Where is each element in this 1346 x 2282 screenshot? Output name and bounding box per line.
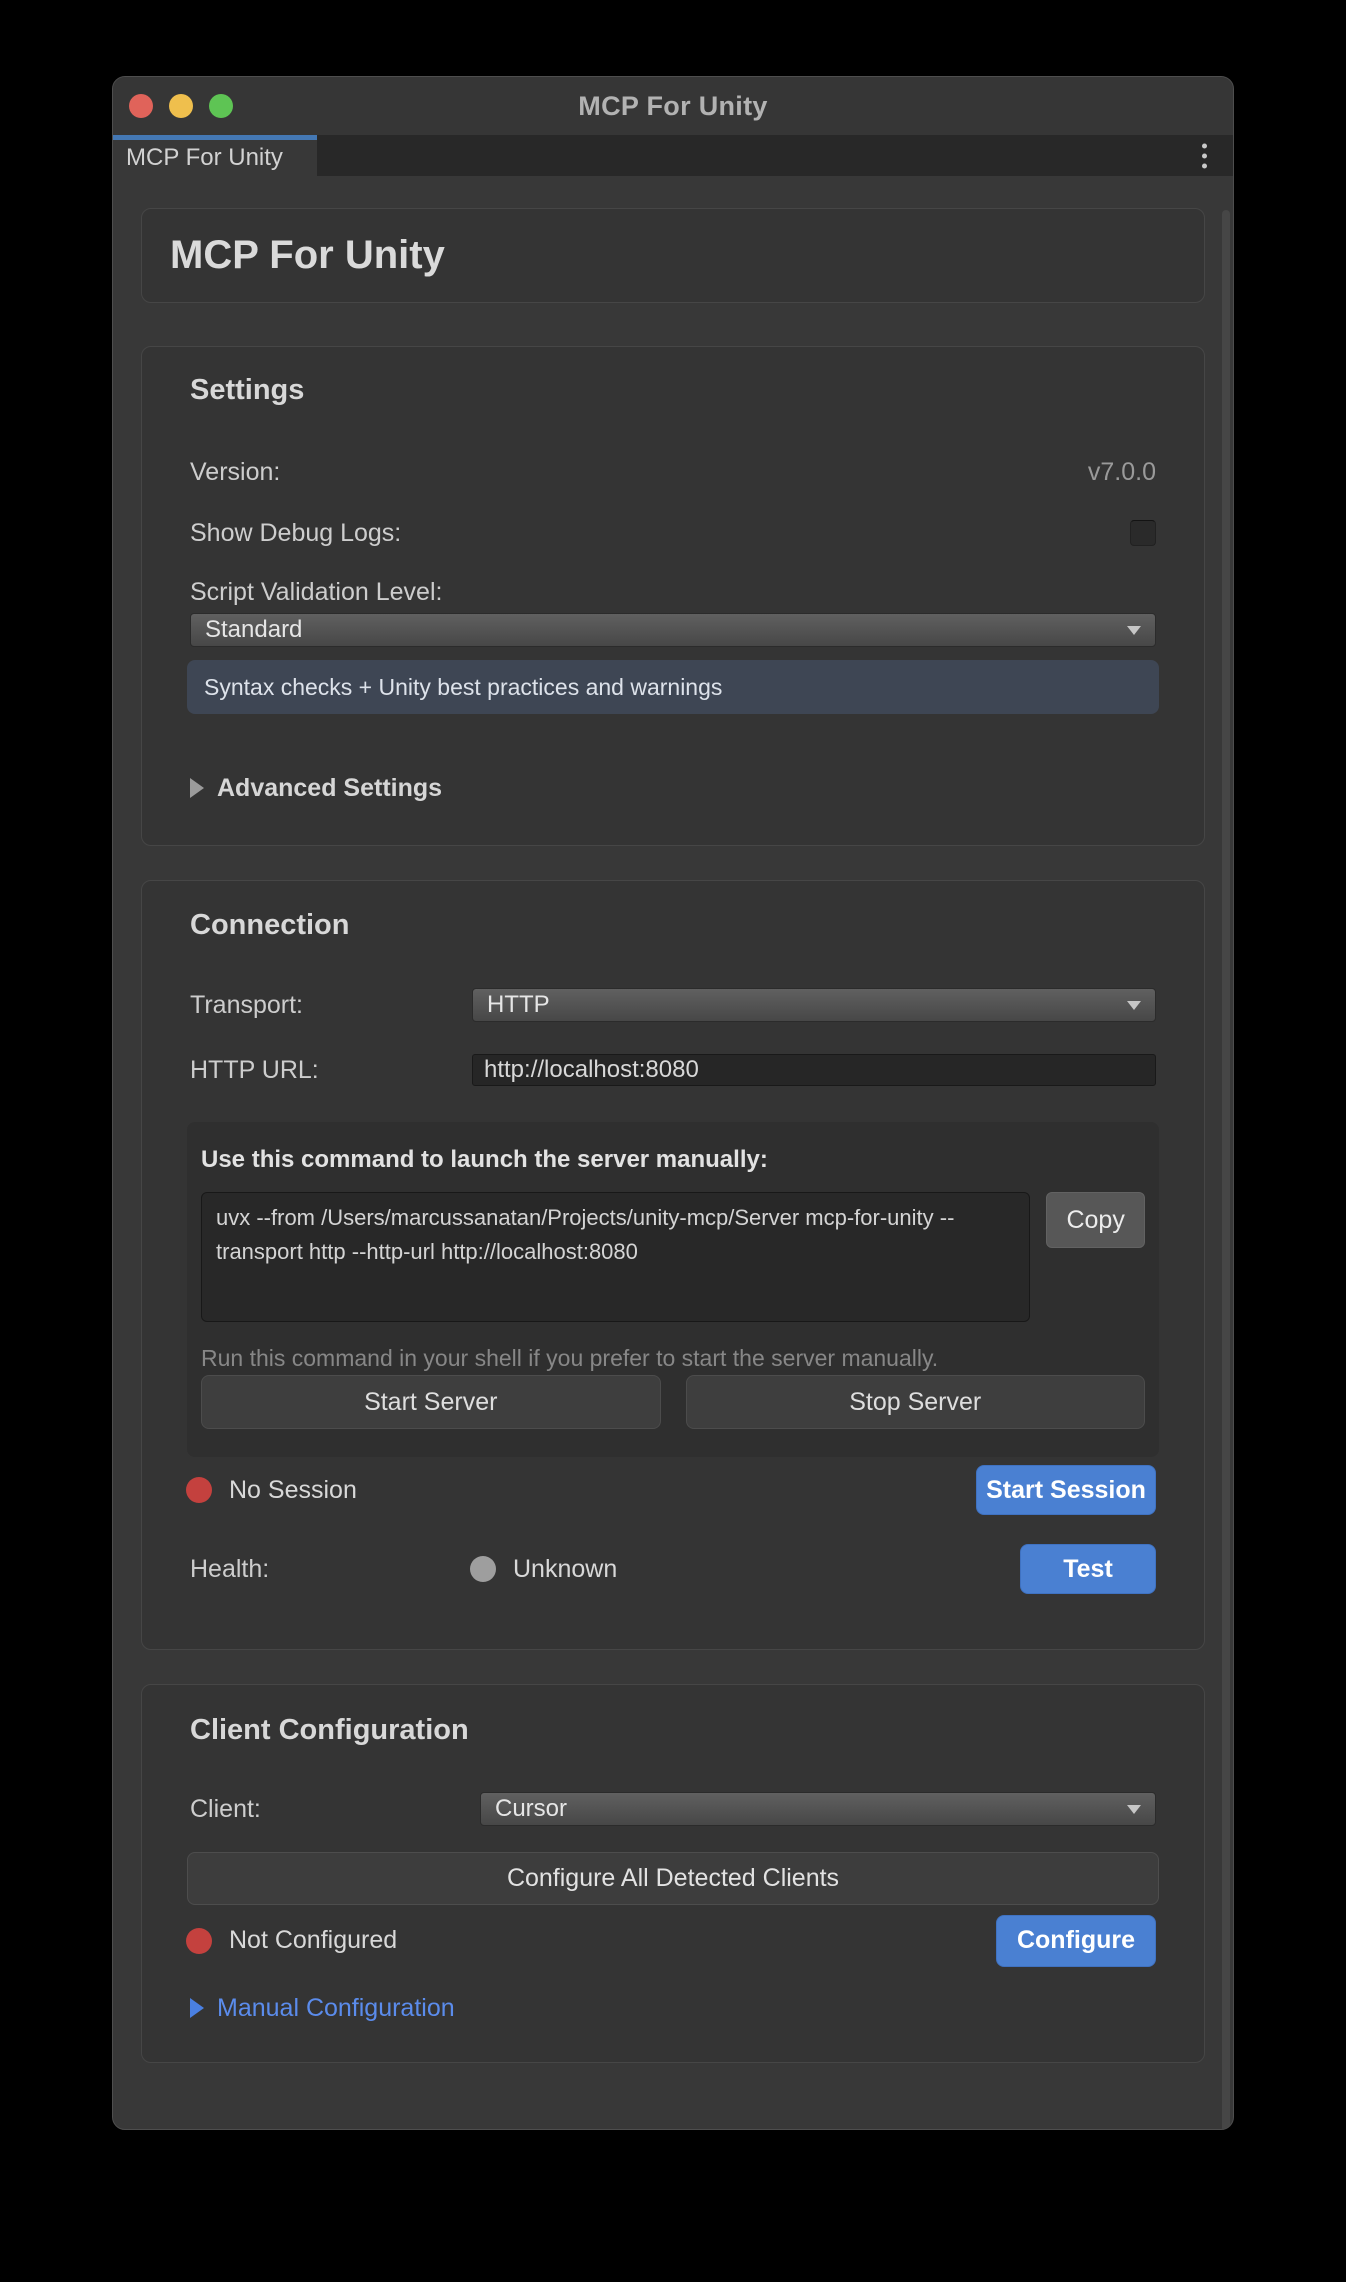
debug-logs-label: Show Debug Logs: [190,519,401,548]
client-label: Client: [190,1795,480,1824]
chevron-down-icon [1127,1001,1141,1010]
http-url-value: http://localhost:8080 [484,1056,699,1084]
connection-heading: Connection [190,907,1156,943]
manual-launch-panel: Use this command to launch the server ma… [187,1122,1159,1457]
window-title: MCP For Unity [578,91,767,122]
validation-helpbox: Syntax checks + Unity best practices and… [187,660,1159,714]
client-value: Cursor [495,1795,1127,1823]
start-server-button[interactable]: Start Server [201,1375,661,1429]
titlebar: MCP For Unity [113,77,1233,135]
manual-configuration-foldout[interactable]: Manual Configuration [190,1992,1156,2024]
vertical-scrollbar[interactable] [1222,210,1230,2130]
tab-bar: MCP For Unity [113,135,1233,176]
start-session-button[interactable]: Start Session [976,1465,1156,1515]
settings-heading: Settings [190,372,1156,408]
server-buttons-row: Start Server Stop Server [201,1375,1145,1429]
chevron-down-icon [1127,1805,1141,1814]
version-value: v7.0.0 [1088,458,1156,487]
http-url-input[interactable]: http://localhost:8080 [472,1054,1156,1086]
health-label: Health: [190,1555,472,1584]
settings-section: Settings Version: v7.0.0 Show Debug Logs… [141,346,1205,846]
http-url-label: HTTP URL: [190,1056,472,1085]
transport-dropdown[interactable]: HTTP [472,988,1156,1022]
config-status-text: Not Configured [229,1926,397,1955]
tab-label: MCP For Unity [126,144,283,172]
header-card: MCP For Unity [141,208,1205,303]
command-title: Use this command to launch the server ma… [201,1145,1145,1175]
configure-all-button[interactable]: Configure All Detected Clients [187,1852,1159,1905]
session-status-text: No Session [229,1476,357,1505]
health-status-text: Unknown [513,1555,617,1584]
close-window-icon[interactable] [129,94,153,118]
connection-section: Connection Transport: HTTP HTTP URL: htt… [141,880,1205,1650]
health-status-icon [470,1556,496,1582]
health-row: Health: Unknown Test [190,1543,1156,1595]
config-status-row: Not Configured Configure [190,1914,1156,1967]
debug-logs-checkbox[interactable] [1130,520,1156,546]
foldout-arrow-icon [190,778,204,798]
http-url-row: HTTP URL: http://localhost:8080 [190,1054,1156,1086]
configure-button[interactable]: Configure [996,1915,1156,1967]
validation-label: Script Validation Level: [190,578,442,607]
validation-label-row: Script Validation Level: [190,577,1156,607]
client-config-heading: Client Configuration [190,1712,1156,1748]
command-textarea[interactable]: uvx --from /Users/marcussanatan/Projects… [201,1192,1030,1322]
minimize-window-icon[interactable] [169,94,193,118]
page-title: MCP For Unity [170,233,445,278]
command-row: uvx --from /Users/marcussanatan/Projects… [201,1192,1145,1322]
unity-window: MCP For Unity MCP For Unity MCP For Unit… [112,76,1234,2130]
test-button[interactable]: Test [1020,1544,1156,1594]
session-status-icon [186,1477,212,1503]
copy-button[interactable]: Copy [1046,1192,1145,1248]
traffic-lights [129,77,233,135]
kebab-menu-icon[interactable] [1194,139,1215,172]
version-label: Version: [190,458,280,487]
transport-label: Transport: [190,991,472,1020]
advanced-settings-label: Advanced Settings [217,774,442,803]
client-dropdown[interactable]: Cursor [480,1792,1156,1826]
transport-value: HTTP [487,991,1127,1019]
validation-level-value: Standard [205,616,1127,644]
debug-logs-row: Show Debug Logs: [190,519,1156,547]
command-hint: Run this command in your shell if you pr… [201,1345,1145,1373]
config-status-icon [186,1928,212,1954]
session-status-row: No Session Start Session [190,1465,1156,1515]
validation-help-text: Syntax checks + Unity best practices and… [204,674,722,701]
scroll-view: MCP For Unity Settings Version: v7.0.0 S… [113,208,1233,2130]
version-row: Version: v7.0.0 [190,457,1156,487]
chevron-down-icon [1127,626,1141,635]
validation-level-dropdown[interactable]: Standard [190,613,1156,647]
stop-server-button[interactable]: Stop Server [686,1375,1146,1429]
tab-mcp-for-unity[interactable]: MCP For Unity [113,135,317,176]
client-configuration-section: Client Configuration Client: Cursor Conf… [141,1684,1205,2063]
transport-row: Transport: HTTP [190,988,1156,1022]
advanced-settings-foldout[interactable]: Advanced Settings [190,772,1156,804]
client-row: Client: Cursor [190,1792,1156,1826]
manual-configuration-label: Manual Configuration [217,1994,455,2023]
zoom-window-icon[interactable] [209,94,233,118]
foldout-arrow-icon [190,1998,204,2018]
